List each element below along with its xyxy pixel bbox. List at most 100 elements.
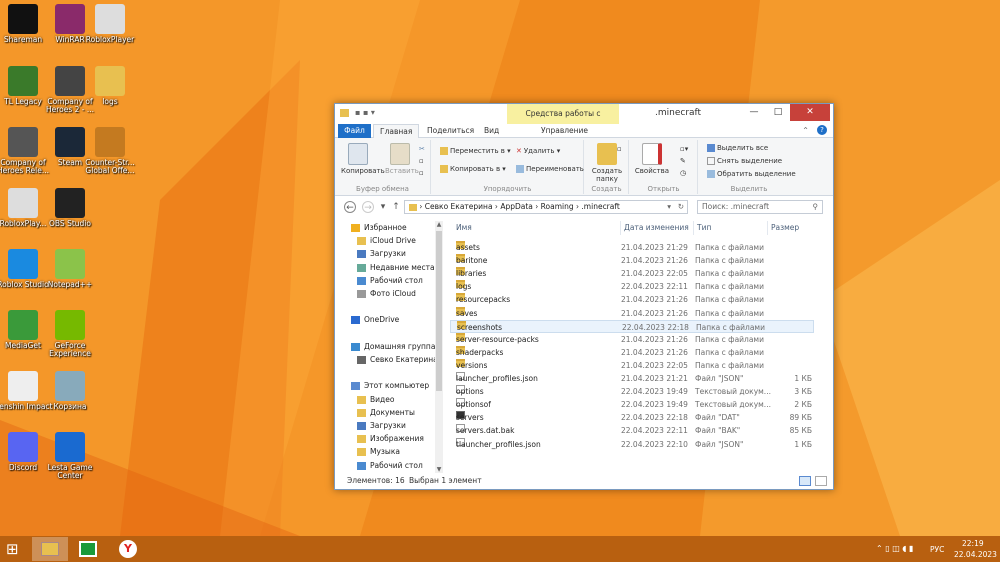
- file-row[interactable]: shaderpacks 21.04.2023 21:26 Папка с файла…: [450, 345, 814, 359]
- select-none-button[interactable]: Снять выделение: [707, 156, 782, 167]
- invert-selection-button[interactable]: Обратить выделение: [707, 169, 796, 180]
- history-icon[interactable]: ◷: [680, 168, 686, 179]
- file-row[interactable]: versions 21.04.2023 22:05 Папка с файлами: [450, 358, 814, 372]
- file-row[interactable]: resourcepacks 21.04.2023 21:26 Папка с фай…: [450, 293, 814, 306]
- select-all-button[interactable]: Выделить все: [707, 143, 768, 154]
- paste-shortcut-icon[interactable]: ▫: [419, 168, 424, 179]
- tab-manage[interactable]: Управление: [535, 124, 594, 138]
- file-row[interactable]: logs 22.04.2023 22:11 Папка с файлами: [450, 280, 814, 293]
- paste-button[interactable]: Вставить: [385, 143, 419, 175]
- file-row[interactable]: baritone 21.04.2023 21:26 Папка с файлами: [450, 254, 814, 267]
- file-row[interactable]: server-resource-packs 21.04.2023 21:26 Пап…: [450, 332, 814, 346]
- breadcrumb-appdata[interactable]: AppData: [500, 202, 533, 211]
- desktop-icon[interactable]: GeForce Experience: [40, 310, 100, 358]
- file-row[interactable]: screenshots 22.04.2023 22:18 Папка с файла…: [450, 319, 814, 333]
- windows-start-icon[interactable]: ⊞: [6, 541, 24, 557]
- tab-share[interactable]: Поделиться: [421, 124, 480, 138]
- breadcrumb-user[interactable]: Севко Екатерина: [425, 202, 493, 211]
- nav-scrollbar[interactable]: ▲ ▼: [435, 221, 443, 473]
- copy-to-button[interactable]: Копировать в ▾: [440, 164, 506, 175]
- clock-date[interactable]: 22.04.2023: [954, 550, 997, 559]
- breadcrumb-roaming[interactable]: Roaming: [541, 202, 574, 211]
- file-row[interactable]: saves 21.04.2023 21:26 Папка с файлами: [450, 306, 814, 320]
- tray-icons[interactable]: ⌃ ▯ ◫ ◖ ▮: [876, 544, 913, 553]
- desktop-icon[interactable]: Lesta Game Center: [40, 432, 100, 480]
- app-icon: [8, 188, 38, 218]
- column-date[interactable]: Дата изменения: [620, 221, 689, 235]
- address-bar[interactable]: › Севко Екатерина › AppData › Roaming › …: [404, 200, 688, 214]
- file-row[interactable]: servers.dat.bak 22.04.2023 22:11 Файл "BAK…: [450, 424, 814, 437]
- nav-item[interactable]: Фото iCloud: [357, 287, 416, 300]
- properties-button[interactable]: Свойства: [634, 143, 670, 175]
- tab-file[interactable]: Файл: [338, 124, 371, 138]
- cut-icon[interactable]: ✂: [419, 144, 425, 155]
- nav-item[interactable]: Избранное: [351, 221, 407, 234]
- quick-access-toolbar[interactable]: ▪ ▪ ▾: [355, 108, 375, 117]
- nav-item[interactable]: Севко Екатерина: [357, 353, 438, 366]
- nav-item[interactable]: Документы: [357, 406, 415, 419]
- taskbar-yandex-browser[interactable]: Y: [110, 537, 146, 561]
- user-icon: [357, 356, 366, 364]
- help-icon[interactable]: ?: [817, 125, 827, 135]
- desktop-icon[interactable]: Notepad++: [40, 249, 100, 289]
- copy-button[interactable]: Копировать: [341, 143, 385, 175]
- taskbar-explorer[interactable]: [32, 537, 68, 561]
- nav-item[interactable]: Этот компьютер: [351, 379, 429, 392]
- back-button[interactable]: ←: [344, 201, 356, 213]
- open-icon[interactable]: ▫▾: [680, 144, 688, 155]
- chevron-down-icon[interactable]: ⌃: [802, 126, 809, 135]
- desktop-icon[interactable]: logs: [80, 66, 140, 106]
- file-row[interactable]: assets 21.04.2023 21:29 Папка с файлами: [450, 241, 814, 254]
- nav-item[interactable]: Загрузки: [357, 247, 406, 260]
- new-item-icon[interactable]: ▫: [617, 144, 622, 155]
- language-indicator[interactable]: РУС: [930, 545, 944, 554]
- file-row[interactable]: servers 22.04.2023 22:18 Файл "DAT" 89 КБ: [450, 411, 814, 424]
- file-row[interactable]: tlauncher_profiles.json 22.04.2023 22:10 Ф…: [450, 437, 814, 451]
- copy-path-icon[interactable]: ▫: [419, 156, 424, 167]
- file-row[interactable]: libraries 21.04.2023 22:05 Папка с файлами: [450, 267, 814, 280]
- nav-item[interactable]: iCloud Drive: [357, 234, 416, 247]
- nav-item[interactable]: OneDrive: [351, 313, 399, 326]
- edit-icon[interactable]: ✎: [680, 156, 686, 167]
- select-all-label: Выделить все: [717, 144, 769, 152]
- nav-item[interactable]: Загрузки: [357, 419, 406, 432]
- file-row[interactable]: optionsof 22.04.2023 19:49 Текстовый докум…: [450, 398, 814, 411]
- tab-view[interactable]: Вид: [478, 124, 505, 138]
- tab-home[interactable]: Главная: [373, 124, 420, 138]
- column-name[interactable]: Имя: [456, 221, 472, 235]
- chevron-down-icon[interactable]: ▾: [667, 201, 671, 213]
- desktop-icon[interactable]: Корзина: [40, 371, 100, 411]
- close-button[interactable]: ✕: [790, 104, 830, 121]
- nav-item[interactable]: Недавние места: [357, 261, 435, 274]
- refresh-icon[interactable]: ↻: [678, 201, 684, 213]
- search-input[interactable]: Поиск: .minecraft ⚲: [697, 200, 823, 214]
- delete-button[interactable]: ✕ Удалить ▾: [516, 146, 560, 157]
- recent-locations-icon[interactable]: ▾: [377, 201, 389, 213]
- window-title: .minecraft: [655, 108, 702, 118]
- move-to-button[interactable]: Переместить в ▾: [440, 146, 511, 157]
- clock-time[interactable]: 22:19: [962, 539, 984, 548]
- file-row[interactable]: launcher_profiles.json 21.04.2023 21:21 Фа…: [450, 372, 814, 385]
- column-type[interactable]: Тип: [693, 221, 711, 235]
- large-icons-view-icon[interactable]: [815, 476, 827, 486]
- minimize-button[interactable]: —: [742, 104, 766, 121]
- desktop-icon[interactable]: Counter-Str... Global Offe...: [80, 127, 140, 175]
- nav-item[interactable]: Рабочий стол: [357, 459, 423, 472]
- up-button[interactable]: ↑: [390, 201, 402, 213]
- rename-button[interactable]: Переименовать: [516, 164, 584, 175]
- nav-item[interactable]: Рабочий стол: [357, 274, 423, 287]
- maximize-button[interactable]: □: [766, 104, 790, 121]
- column-size[interactable]: Размер: [767, 221, 799, 235]
- nav-item[interactable]: Видео: [357, 393, 394, 406]
- nav-item[interactable]: Изображения: [357, 432, 424, 445]
- details-view-icon[interactable]: [799, 476, 811, 486]
- nav-item[interactable]: Музыка: [357, 445, 400, 458]
- taskbar-store[interactable]: [70, 537, 106, 561]
- desktop-icon[interactable]: RobloxPlayer: [80, 4, 140, 44]
- file-name: launcher_profiles.json: [456, 374, 538, 383]
- nav-item[interactable]: Домашняя группа: [351, 340, 435, 353]
- desktop-icon[interactable]: OBS Studio: [40, 188, 100, 228]
- file-row[interactable]: options 22.04.2023 19:49 Текстовый докум..…: [450, 385, 814, 398]
- forward-button[interactable]: →: [362, 201, 374, 213]
- breadcrumb-minecraft[interactable]: .minecraft: [581, 202, 619, 211]
